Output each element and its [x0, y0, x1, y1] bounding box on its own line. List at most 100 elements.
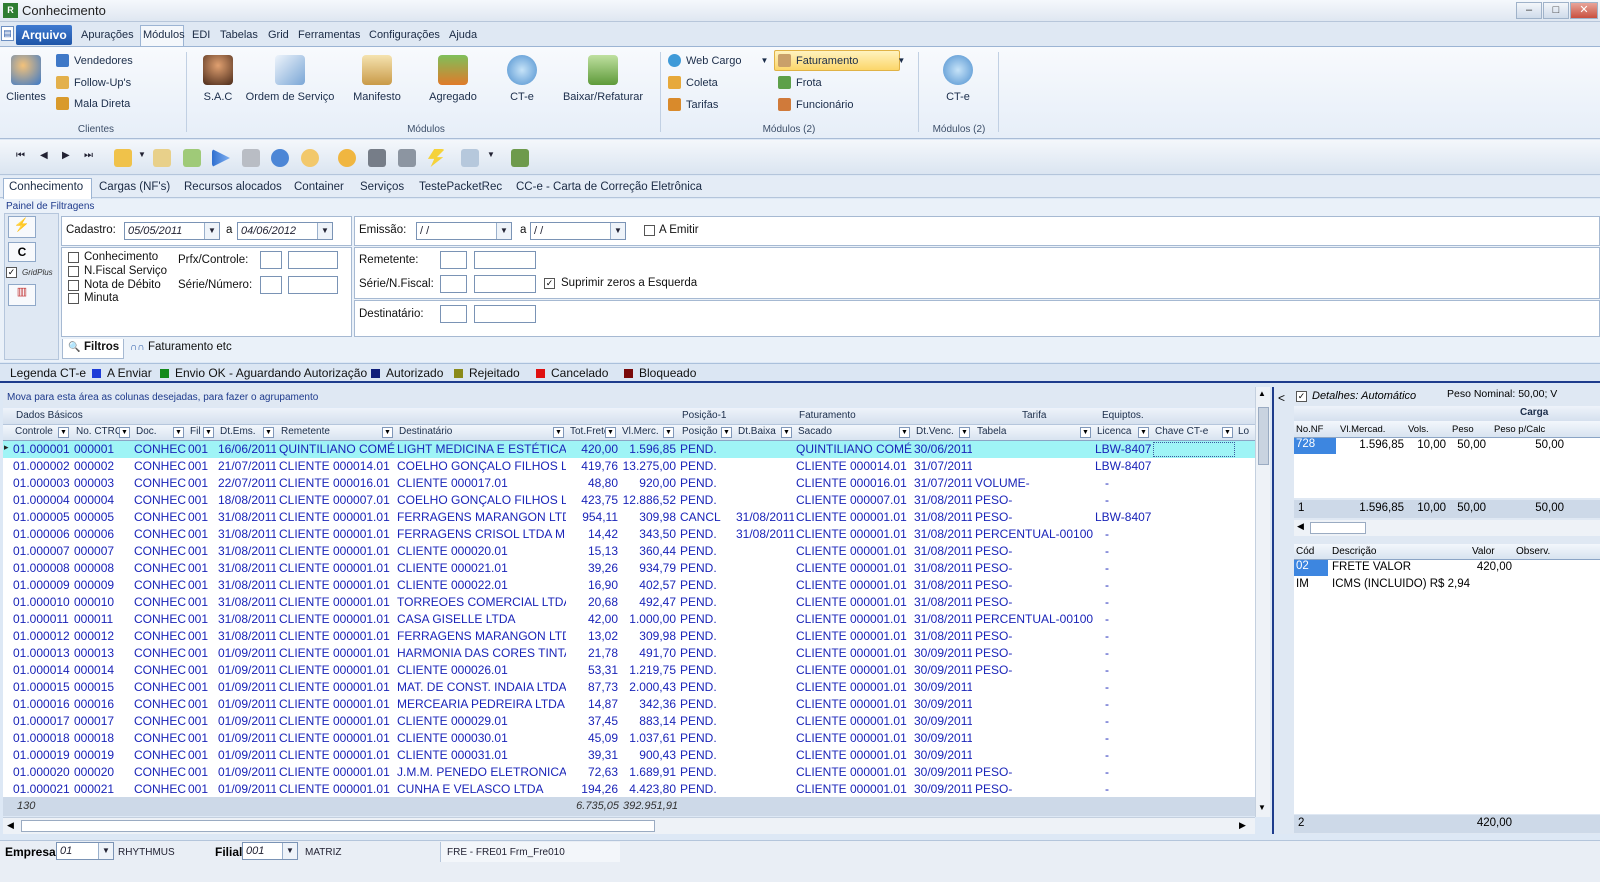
tab-ajuda[interactable]: Ajuda: [449, 29, 477, 41]
group-by-area[interactable]: Mova para esta área as colunas desejadas…: [3, 387, 1255, 407]
column-filter-icon[interactable]: ▼: [663, 427, 674, 438]
chevron-down-icon[interactable]: ▼: [282, 843, 297, 859]
follow-ups-button[interactable]: Follow-Up's: [56, 76, 131, 89]
minuta-checkbox[interactable]: [68, 293, 79, 304]
destinatario-input[interactable]: [474, 305, 536, 323]
grid-horizontal-scrollbar[interactable]: ◀ ▶: [3, 817, 1255, 834]
exit-icon[interactable]: [511, 149, 529, 167]
chart-button[interactable]: ▥: [8, 284, 36, 306]
sac-button[interactable]: S.A.C: [196, 55, 240, 103]
tab-configuracoes[interactable]: Configurações: [369, 29, 440, 41]
table-row[interactable]: 01.000021 000021 CONHEC 001 01/09/2011 CLIENT…: [3, 781, 1255, 797]
clear-filter-button[interactable]: C: [8, 242, 36, 262]
table-row[interactable]: 02 FRETE VALOR 420,00: [1294, 560, 1600, 576]
table-row[interactable]: 01.000013 000013 CONHEC 001 01/09/2011 CLIENT…: [3, 645, 1255, 662]
col-header-12[interactable]: Dt.Venc.: [916, 426, 954, 437]
mala-direta-button[interactable]: Mala Direta: [56, 97, 130, 110]
table-row[interactable]: 01.000002 000002 CONHEC 001 21/07/2011 CLIENT…: [3, 458, 1255, 475]
col-header-16[interactable]: Lo: [1238, 426, 1249, 437]
nota-de-debito-checkbox[interactable]: [68, 280, 79, 291]
col-header-11[interactable]: Sacado: [798, 426, 832, 437]
scroll-left-icon[interactable]: ◀: [7, 820, 14, 831]
subtab-servicos[interactable]: Serviços: [360, 181, 404, 193]
frota-button[interactable]: Frota: [778, 76, 822, 89]
last-record-icon[interactable]: ⏭: [84, 150, 93, 161]
column-filter-icon[interactable]: ▼: [605, 427, 616, 438]
table-row[interactable]: 01.000016 000016 CONHEC 001 01/09/2011 CLIENT…: [3, 696, 1255, 713]
conhecimento-checkbox[interactable]: [68, 252, 79, 263]
manifesto-button[interactable]: Manifesto: [350, 55, 404, 103]
baixar-refaturar-button[interactable]: Baixar/Refaturar: [558, 55, 648, 103]
table-row[interactable]: 01.000004 000004 CONHEC 001 18/08/2011 CLIENT…: [3, 492, 1255, 509]
tab-ferramentas[interactable]: Ferramentas: [298, 29, 360, 41]
scroll-thumb[interactable]: [1258, 407, 1269, 465]
table-row[interactable]: 01.000008 000008 CONHEC 001 31/08/2011 CLIENT…: [3, 560, 1255, 577]
col-header-13[interactable]: Tabela: [977, 426, 1006, 437]
search-icon[interactable]: [301, 149, 319, 167]
serie-nf-input[interactable]: [440, 275, 467, 293]
print-icon[interactable]: [461, 149, 479, 167]
controle-input[interactable]: [288, 251, 338, 269]
tab-tabelas[interactable]: Tabelas: [220, 29, 258, 41]
nf-input[interactable]: [474, 275, 536, 293]
nfiscal-servico-checkbox[interactable]: [68, 266, 79, 277]
prfx-input[interactable]: [260, 251, 282, 269]
chevron-down-icon[interactable]: ▼: [610, 223, 625, 239]
funcionario-button[interactable]: Funcionário: [778, 98, 853, 111]
table-row[interactable]: 01.000020 000020 CONHEC 001 01/09/2011 CLIENT…: [3, 764, 1255, 781]
col-header-0[interactable]: Controle: [15, 426, 53, 437]
minimize-button[interactable]: –: [1516, 2, 1542, 19]
maximize-button[interactable]: □: [1543, 2, 1569, 19]
col-header-4[interactable]: Dt.Ems.: [220, 426, 256, 437]
table-row[interactable]: 01.000006 000006 CONHEC 001 31/08/2011 CLIENT…: [3, 526, 1255, 543]
scroll-left-icon[interactable]: ◀: [1297, 521, 1304, 532]
col-header-5[interactable]: Remetente: [281, 426, 330, 437]
tab-grid[interactable]: Grid: [268, 29, 289, 41]
col-header-7[interactable]: Tot.Frete: [570, 426, 609, 437]
close-button[interactable]: ✕: [1570, 2, 1598, 19]
detail-hscrollbar[interactable]: ◀: [1294, 520, 1600, 536]
column-filter-icon[interactable]: ▼: [1222, 427, 1233, 438]
tarifas-button[interactable]: Tarifas: [668, 98, 718, 111]
col-header-1[interactable]: No. CTRC: [76, 426, 122, 437]
subtab-cce[interactable]: CC-e - Carta de Correção Eletrônica: [516, 181, 702, 193]
cte-button[interactable]: CT-e: [502, 55, 542, 103]
table-row[interactable]: 01.000017 000017 CONHEC 001 01/09/2011 CLIENT…: [3, 713, 1255, 730]
column-filter-icon[interactable]: ▼: [1138, 427, 1149, 438]
col-header-10[interactable]: Dt.Baixa: [738, 426, 776, 437]
chevron-down-icon[interactable]: ▼: [496, 223, 511, 239]
table-row[interactable]: 01.000019 000019 CONHEC 001 01/09/2011 CLIENT…: [3, 747, 1255, 764]
detalhes-checkbox[interactable]: ✓: [1296, 391, 1307, 402]
col-vl-mercad[interactable]: Vl.Mercad.: [1340, 424, 1385, 435]
gridplus-checkbox[interactable]: ✓: [6, 267, 17, 278]
a-emitir-checkbox[interactable]: [644, 225, 655, 236]
column-filter-icon[interactable]: ▼: [263, 427, 274, 438]
column-filter-icon[interactable]: ▼: [553, 427, 564, 438]
table-row[interactable]: 01.000003 000003 CONHEC 001 22/07/2011 CLIENT…: [3, 475, 1255, 492]
chevron-down-icon[interactable]: ▼: [204, 223, 219, 239]
system-menu-icon[interactable]: ▤: [1, 26, 14, 41]
subtab-conhecimento[interactable]: Conhecimento: [9, 181, 83, 193]
remetente-input[interactable]: [474, 251, 536, 269]
faturamento-etc-tab[interactable]: ∩∩ Faturamento etc: [128, 339, 248, 359]
table-row[interactable]: 01.000009 000009 CONHEC 001 31/08/2011 CLIENT…: [3, 577, 1255, 594]
spelling-icon[interactable]: [183, 149, 201, 167]
previous-record-icon[interactable]: ◀: [40, 150, 48, 161]
zoom-icon[interactable]: [338, 149, 356, 167]
table-row[interactable]: IM ICMS (INCLUIDO) R$ 2,94: [1294, 577, 1600, 593]
chevron-down-icon[interactable]: ▼: [487, 150, 495, 159]
subtab-recursos-alocados[interactable]: Recursos alocados: [184, 181, 282, 193]
cadastro-from-input[interactable]: 05/05/2011 ▼: [124, 222, 220, 240]
binoculars-icon[interactable]: [368, 149, 386, 167]
faturamento-button[interactable]: Faturamento ▼: [778, 54, 905, 67]
edit-icon[interactable]: [153, 149, 171, 167]
scroll-right-icon[interactable]: ▶: [1239, 820, 1246, 831]
column-filter-icon[interactable]: ▼: [382, 427, 393, 438]
col-no-nf[interactable]: No.NF: [1296, 424, 1323, 435]
column-filter-icon[interactable]: ▼: [721, 427, 732, 438]
col-header-6[interactable]: Destinatário: [399, 426, 452, 437]
destinatario-code-input[interactable]: [440, 305, 467, 323]
col-header-2[interactable]: Doc.: [136, 426, 157, 437]
col-header-14[interactable]: Licenca: [1097, 426, 1131, 437]
col-vols[interactable]: Vols.: [1408, 424, 1429, 435]
